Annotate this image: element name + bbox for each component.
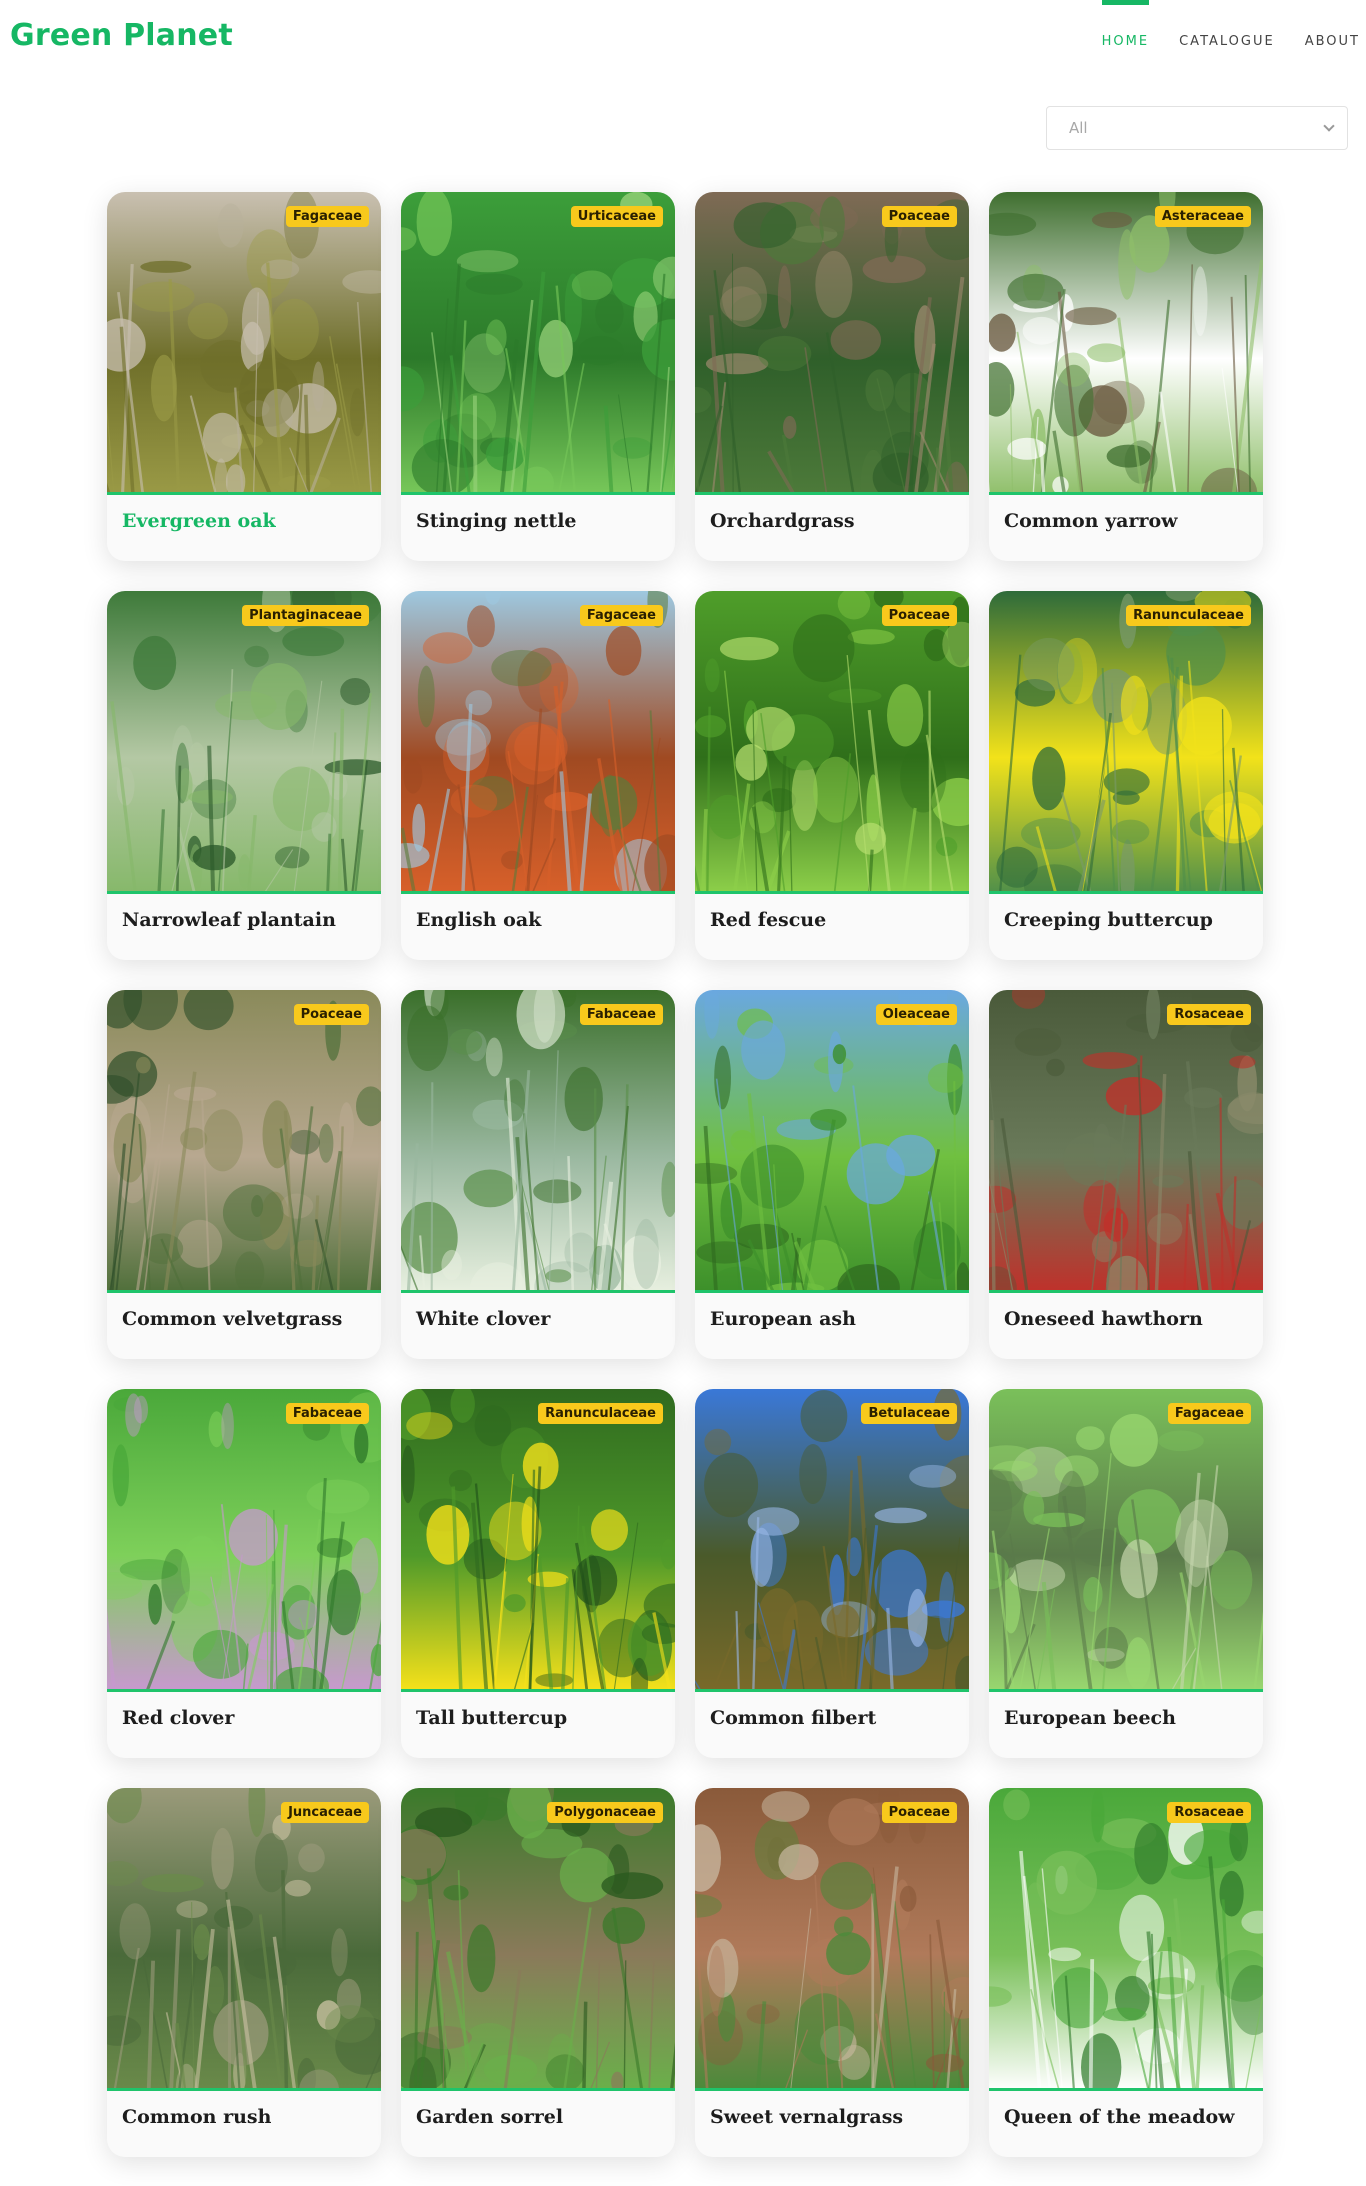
plant-name[interactable]: Oneseed hawthorn bbox=[1004, 1308, 1203, 1330]
plant-name[interactable]: Creeping buttercup bbox=[1004, 909, 1213, 931]
plant-card[interactable]: Urticaceae Stinging nettle bbox=[401, 192, 675, 561]
plant-name[interactable]: Tall buttercup bbox=[416, 1707, 567, 1729]
plant-photo: Poaceae bbox=[695, 591, 969, 894]
family-badge: Rosaceae bbox=[1167, 1802, 1251, 1823]
plant-name[interactable]: English oak bbox=[416, 909, 541, 931]
family-badge: Fagaceae bbox=[1167, 1403, 1251, 1424]
family-badge: Oleaceae bbox=[875, 1004, 957, 1025]
family-badge: Ranunculaceae bbox=[538, 1403, 663, 1424]
plant-photo: Poaceae bbox=[695, 1788, 969, 2091]
plant-name[interactable]: Garden sorrel bbox=[416, 2106, 563, 2128]
plant-card[interactable]: Fagaceae European beech bbox=[989, 1389, 1263, 1758]
plant-photo: Poaceae bbox=[695, 192, 969, 495]
nav-about[interactable]: ABOUT bbox=[1305, 0, 1360, 80]
plant-card[interactable]: Rosaceae Oneseed hawthorn bbox=[989, 990, 1263, 1359]
main-nav: HOME CATALOGUE ABOUT bbox=[1072, 0, 1360, 80]
plant-photo: Betulaceae bbox=[695, 1389, 969, 1692]
plant-card[interactable]: Fagaceae Evergreen oak bbox=[107, 192, 381, 561]
plant-card[interactable]: Oleaceae European ash bbox=[695, 990, 969, 1359]
family-badge: Polygonaceae bbox=[547, 1802, 663, 1823]
nav-catalogue[interactable]: CATALOGUE bbox=[1179, 0, 1275, 80]
plant-card[interactable]: Fabaceae White clover bbox=[401, 990, 675, 1359]
plant-name[interactable]: European ash bbox=[710, 1308, 856, 1330]
family-badge: Asteraceae bbox=[1154, 206, 1251, 227]
family-badge: Rosaceae bbox=[1167, 1004, 1251, 1025]
plant-name[interactable]: Evergreen oak bbox=[122, 510, 276, 532]
plant-name[interactable]: Common velvetgrass bbox=[122, 1308, 342, 1330]
plant-name[interactable]: Common yarrow bbox=[1004, 510, 1178, 532]
nav-home[interactable]: HOME bbox=[1101, 0, 1150, 80]
plant-photo: Ranunculaceae bbox=[989, 591, 1263, 894]
plant-name[interactable]: European beech bbox=[1004, 1707, 1176, 1729]
plant-card[interactable]: Plantaginaceae Narrowleaf plantain bbox=[107, 591, 381, 960]
plant-photo: Ranunculaceae bbox=[401, 1389, 675, 1692]
chevron-down-icon bbox=[1323, 120, 1335, 132]
family-badge: Plantaginaceae bbox=[242, 605, 369, 626]
site-header: Green Planet HOME CATALOGUE ABOUT bbox=[0, 0, 1366, 80]
plant-photo: Asteraceae bbox=[989, 192, 1263, 495]
family-badge: Poaceae bbox=[293, 1004, 369, 1025]
family-badge: Juncaceae bbox=[281, 1802, 369, 1823]
family-badge: Betulaceae bbox=[861, 1403, 957, 1424]
plant-photo: Urticaceae bbox=[401, 192, 675, 495]
plant-photo: Polygonaceae bbox=[401, 1788, 675, 2091]
family-badge: Poaceae bbox=[881, 1802, 957, 1823]
plant-photo: Fagaceae bbox=[107, 192, 381, 495]
plant-name[interactable]: White clover bbox=[416, 1308, 550, 1330]
plant-card[interactable]: Poaceae Sweet vernalgrass bbox=[695, 1788, 969, 2157]
plant-name[interactable]: Sweet vernalgrass bbox=[710, 2106, 903, 2128]
plant-card[interactable]: Poaceae Red fescue bbox=[695, 591, 969, 960]
family-badge: Poaceae bbox=[881, 605, 957, 626]
family-badge: Urticaceae bbox=[570, 206, 663, 227]
plant-card[interactable]: Asteraceae Common yarrow bbox=[989, 192, 1263, 561]
plant-photo: Fagaceae bbox=[401, 591, 675, 894]
family-badge: Fagaceae bbox=[285, 206, 369, 227]
plant-card[interactable]: Polygonaceae Garden sorrel bbox=[401, 1788, 675, 2157]
filter-selected-value: All bbox=[1069, 119, 1088, 137]
plant-grid: Fagaceae Evergreen oak Urticaceae Stinging … bbox=[107, 192, 1267, 2157]
plant-name[interactable]: Common rush bbox=[122, 2106, 271, 2128]
plant-card[interactable]: Rosaceae Queen of the meadow bbox=[989, 1788, 1263, 2157]
family-badge: Fabaceae bbox=[579, 1004, 663, 1025]
family-filter-select[interactable]: All bbox=[1046, 106, 1348, 150]
plant-name[interactable]: Common filbert bbox=[710, 1707, 876, 1729]
family-badge: Ranunculaceae bbox=[1126, 605, 1251, 626]
plant-card[interactable]: Ranunculaceae Tall buttercup bbox=[401, 1389, 675, 1758]
plant-photo: Rosaceae bbox=[989, 990, 1263, 1293]
plant-photo: Oleaceae bbox=[695, 990, 969, 1293]
plant-card[interactable]: Poaceae Common velvetgrass bbox=[107, 990, 381, 1359]
plant-name[interactable]: Stinging nettle bbox=[416, 510, 577, 532]
plant-photo: Poaceae bbox=[107, 990, 381, 1293]
plant-card[interactable]: Poaceae Orchardgrass bbox=[695, 192, 969, 561]
plant-card[interactable]: Ranunculaceae Creeping buttercup bbox=[989, 591, 1263, 960]
plant-card[interactable]: Fabaceae Red clover bbox=[107, 1389, 381, 1758]
plant-photo: Fagaceae bbox=[989, 1389, 1263, 1692]
plant-name[interactable]: Queen of the meadow bbox=[1004, 2106, 1235, 2128]
plant-card[interactable]: Juncaceae Common rush bbox=[107, 1788, 381, 2157]
family-badge: Fagaceae bbox=[579, 605, 663, 626]
plant-photo: Fabaceae bbox=[107, 1389, 381, 1692]
family-badge: Fabaceae bbox=[285, 1403, 369, 1424]
plant-name[interactable]: Red clover bbox=[122, 1707, 234, 1729]
brand-logo[interactable]: Green Planet bbox=[10, 18, 233, 53]
plant-name[interactable]: Orchardgrass bbox=[710, 510, 855, 532]
plant-photo: Rosaceae bbox=[989, 1788, 1263, 2091]
plant-name[interactable]: Red fescue bbox=[710, 909, 826, 931]
plant-photo: Juncaceae bbox=[107, 1788, 381, 2091]
plant-photo: Plantaginaceae bbox=[107, 591, 381, 894]
plant-card[interactable]: Fagaceae English oak bbox=[401, 591, 675, 960]
plant-card[interactable]: Betulaceae Common filbert bbox=[695, 1389, 969, 1758]
plant-photo: Fabaceae bbox=[401, 990, 675, 1293]
plant-name[interactable]: Narrowleaf plantain bbox=[122, 909, 336, 931]
family-badge: Poaceae bbox=[881, 206, 957, 227]
